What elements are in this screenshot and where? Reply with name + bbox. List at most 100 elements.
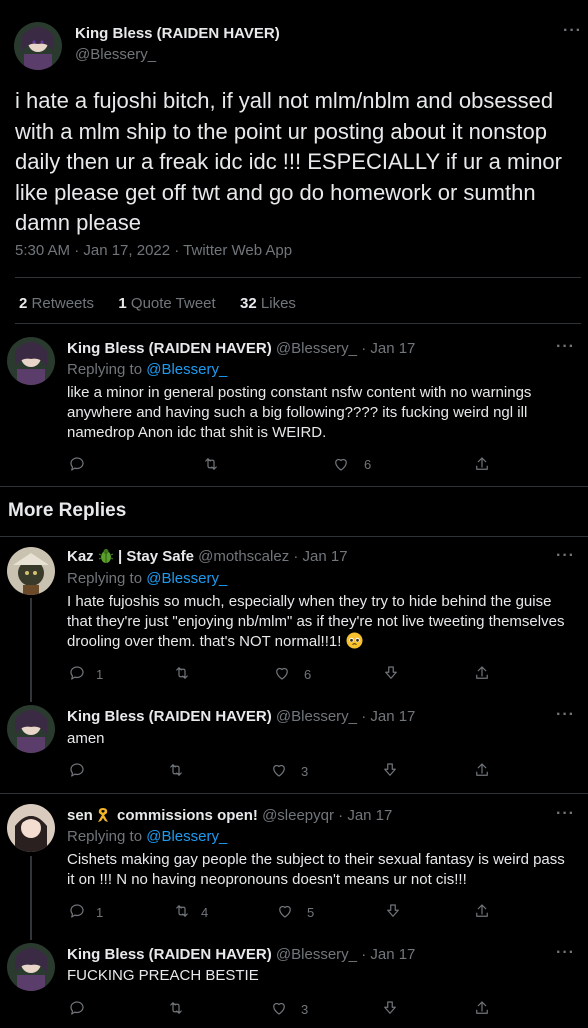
retweet-icon[interactable]	[167, 999, 185, 1017]
reply-count: 1	[96, 905, 104, 920]
share-icon[interactable]	[473, 664, 491, 682]
reply-text: like a minor in general posting constant…	[67, 384, 532, 441]
author-handle[interactable]: @Blessery_	[276, 340, 357, 357]
downvote-icon[interactable]	[381, 761, 399, 779]
retweet-icon[interactable]	[202, 455, 220, 473]
reply-text-content: I hate fujoshis so much, especially when…	[67, 593, 565, 650]
replying-to: Replying to @Blessery_	[67, 361, 227, 378]
avatar[interactable]	[7, 804, 55, 852]
quotes-stat[interactable]: 1 Quote Tweet	[118, 295, 215, 312]
author-name[interactable]: King Bless (RAIDEN HAVER)	[67, 946, 272, 963]
tweet-timestamp[interactable]: 5:30 AM · Jan 17, 2022 · Twitter Web App	[15, 242, 292, 259]
retweets-count: 2	[19, 295, 28, 312]
replying-to-label: Replying to	[67, 570, 143, 587]
reply-text: Cishets making gay people the subject to…	[67, 851, 565, 888]
reply-date[interactable]: · Jan 17	[338, 807, 392, 824]
author-name[interactable]: King Bless (RAIDEN HAVER)	[75, 25, 280, 42]
share-icon[interactable]	[473, 902, 491, 920]
divider	[0, 486, 588, 487]
like-count: 3	[301, 764, 309, 779]
reply-header: King Bless (RAIDEN HAVER) @Blessery_ · J…	[67, 340, 415, 357]
more-icon[interactable]: ···	[556, 547, 575, 565]
more-icon[interactable]: ···	[556, 805, 575, 823]
avatar[interactable]	[14, 22, 62, 70]
author-name-suffix[interactable]: commissions open!	[117, 807, 258, 824]
like-count: 6	[364, 457, 372, 472]
like-icon[interactable]	[270, 761, 288, 779]
author-handle[interactable]: @Blessery_	[276, 946, 357, 963]
retweet-count: 4	[201, 905, 209, 920]
tweet-text: i hate a fujoshi bitch, if yall not mlm/…	[15, 88, 562, 235]
avatar[interactable]	[7, 337, 55, 385]
retweets-stat[interactable]: 2 Retweets	[19, 295, 94, 312]
avatar[interactable]	[7, 943, 55, 991]
divider	[0, 536, 588, 537]
replying-to: Replying to @Blessery_	[67, 828, 227, 845]
author-handle[interactable]: @Blessery_	[75, 46, 156, 63]
author-handle[interactable]: @sleepyqr	[262, 807, 334, 824]
reply-header: King Bless (RAIDEN HAVER) @Blessery_ · J…	[67, 708, 415, 725]
divider	[0, 793, 588, 794]
reply-count: 1	[96, 667, 104, 682]
share-icon[interactable]	[473, 999, 491, 1017]
more-icon[interactable]: ···	[556, 944, 575, 962]
author-name-suffix[interactable]: | Stay Safe	[118, 548, 194, 565]
like-icon[interactable]	[273, 664, 291, 682]
replying-to-label: Replying to	[67, 361, 143, 378]
retweet-icon[interactable]	[173, 902, 191, 920]
reply-icon[interactable]	[68, 761, 86, 779]
author-handle[interactable]: @Blessery_	[276, 708, 357, 725]
like-icon[interactable]	[332, 455, 350, 473]
like-count: 5	[307, 905, 315, 920]
downvote-icon[interactable]	[382, 664, 400, 682]
like-count: 3	[301, 1002, 309, 1017]
more-icon[interactable]: ···	[556, 338, 575, 356]
share-icon[interactable]	[473, 761, 491, 779]
like-count: 6	[304, 667, 312, 682]
reply-text: amen	[67, 730, 105, 747]
likes-label: Likes	[260, 295, 296, 312]
likes-count: 32	[240, 295, 257, 312]
reply-icon[interactable]	[68, 999, 86, 1017]
reply-date[interactable]: · Jan 17	[361, 340, 415, 357]
more-replies-heading: More Replies	[8, 500, 127, 521]
stats-divider-top	[15, 277, 581, 278]
author-name[interactable]: sen	[67, 807, 93, 824]
bug-emoji-icon	[98, 548, 114, 568]
author-name[interactable]: King Bless (RAIDEN HAVER)	[67, 340, 272, 357]
like-icon[interactable]	[276, 902, 294, 920]
tweet-stats: 2 Retweets 1 Quote Tweet 32 Likes	[19, 295, 296, 312]
thread-line	[30, 598, 32, 702]
quotes-label: Quote Tweet	[130, 295, 216, 312]
more-icon[interactable]: ···	[556, 706, 575, 724]
more-icon[interactable]: ···	[563, 22, 582, 40]
downvote-icon[interactable]	[384, 902, 402, 920]
reply-icon[interactable]	[68, 664, 86, 682]
downvote-icon[interactable]	[381, 999, 399, 1017]
reply-date[interactable]: · Jan 17	[361, 708, 415, 725]
reply-icon[interactable]	[68, 455, 86, 473]
pleading-emoji-icon	[346, 632, 363, 655]
replying-to-handle[interactable]: @Blessery_	[146, 828, 227, 845]
author-name[interactable]: Kaz	[67, 548, 94, 565]
replying-to: Replying to @Blessery_	[67, 570, 227, 587]
reply-date[interactable]: · Jan 17	[361, 946, 415, 963]
likes-stat[interactable]: 32 Likes	[240, 295, 296, 312]
avatar[interactable]	[7, 547, 55, 595]
replying-to-handle[interactable]: @Blessery_	[146, 570, 227, 587]
retweet-icon[interactable]	[173, 664, 191, 682]
thread-line	[30, 856, 32, 940]
author-name[interactable]: King Bless (RAIDEN HAVER)	[67, 708, 272, 725]
ribbon-emoji-icon	[96, 807, 110, 827]
author-handle[interactable]: @mothscalez	[198, 548, 289, 565]
reply-icon[interactable]	[68, 902, 86, 920]
avatar[interactable]	[7, 705, 55, 753]
retweet-icon[interactable]	[167, 761, 185, 779]
share-icon[interactable]	[473, 455, 491, 473]
reply-text: FUCKING PREACH BESTIE	[67, 967, 259, 984]
replying-to-handle[interactable]: @Blessery_	[146, 361, 227, 378]
reply-date[interactable]: · Jan 17	[293, 548, 347, 565]
like-icon[interactable]	[270, 999, 288, 1017]
reply-header: sen commissions open! @sleepyqr · Jan 17	[67, 807, 392, 827]
quotes-count: 1	[118, 295, 127, 312]
